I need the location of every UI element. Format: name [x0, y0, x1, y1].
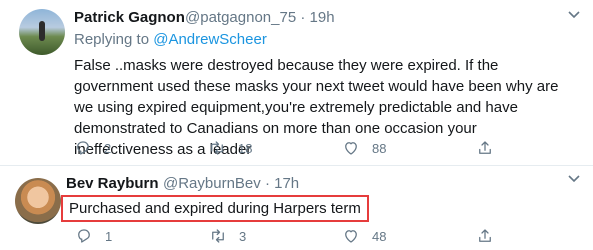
like-button[interactable]: 48 [342, 226, 386, 246]
tweet[interactable]: Bev Rayburn @RayburnBev · 17h Purchased … [0, 166, 593, 250]
like-count: 88 [372, 140, 387, 156]
like-icon [345, 142, 357, 155]
like-count: 48 [372, 228, 387, 244]
retweet-icon [211, 141, 223, 155]
reply-count: 1 [105, 228, 113, 244]
reply-count: 2 [104, 140, 112, 156]
retweet-count: 18 [238, 140, 253, 156]
retweet-button[interactable]: 3 [209, 226, 246, 246]
separator: · [264, 175, 270, 192]
share-icon [479, 141, 491, 154]
author-handle[interactable]: @patgagnon_75 [185, 9, 296, 26]
author-name[interactable]: Bev Rayburn [66, 175, 159, 192]
more-options-icon[interactable] [567, 10, 581, 20]
tweet-time[interactable]: 17h [274, 175, 299, 192]
retweet-count: 3 [239, 228, 247, 244]
replying-to-label: Replying to [74, 31, 154, 48]
reply-icon [78, 229, 90, 243]
highlighted-tweet-text: Purchased and expired during Harpers ter… [61, 195, 369, 222]
author-handle[interactable]: @RayburnBev [163, 175, 261, 192]
share-button[interactable] [476, 138, 494, 158]
tweet-text: False ..masks were destroyed because the… [74, 57, 559, 158]
separator: · [300, 9, 306, 26]
reply-icon [77, 141, 89, 155]
retweet-button[interactable]: 18 [208, 138, 252, 158]
replying-to: Replying to @AndrewScheer [74, 31, 267, 48]
retweet-icon [212, 229, 224, 243]
more-options-icon[interactable] [567, 174, 581, 184]
reply-button[interactable]: 1 [75, 226, 112, 246]
like-button[interactable]: 88 [342, 138, 386, 158]
replying-to-user-link[interactable]: @AndrewScheer [153, 31, 267, 48]
author-handle-time[interactable]: @patgagnon_75 · 19h [185, 9, 335, 26]
author-name[interactable]: Patrick Gagnon [74, 9, 185, 26]
author-handle-time[interactable]: @RayburnBev · 17h [163, 175, 299, 192]
tweet[interactable]: Patrick Gagnon @patgagnon_75 · 19h Reply… [0, 0, 593, 166]
reply-button[interactable]: 2 [74, 138, 111, 158]
tweet-time[interactable]: 19h [310, 9, 335, 26]
avatar[interactable] [15, 178, 61, 224]
share-icon [479, 229, 491, 242]
like-icon [345, 230, 357, 243]
avatar[interactable] [19, 9, 65, 55]
share-button[interactable] [476, 226, 494, 246]
